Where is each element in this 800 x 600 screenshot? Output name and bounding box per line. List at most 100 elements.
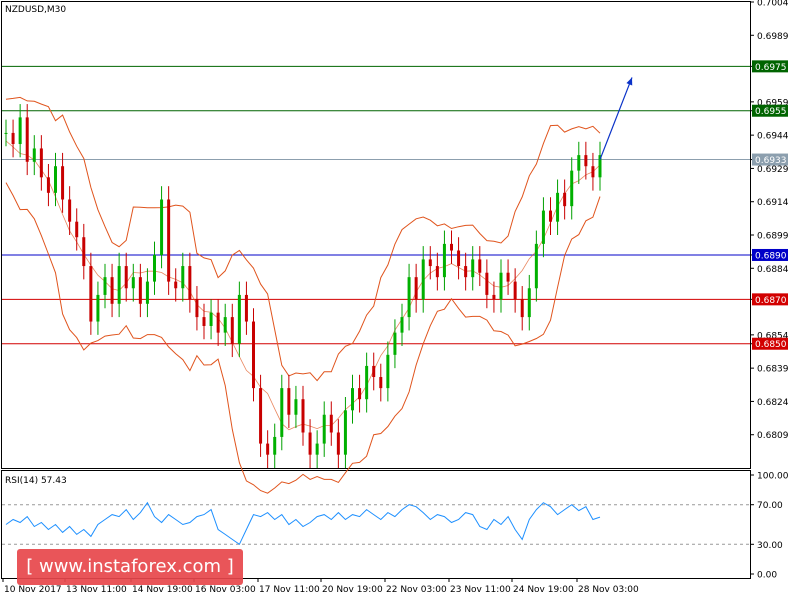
candle-body: [358, 388, 362, 400]
candle-body: [442, 243, 446, 278]
watermark-banner: [ www.instaforex.com ]: [17, 549, 243, 585]
candle-body: [556, 192, 560, 222]
price-tick-label: 0.6884: [757, 265, 789, 275]
candle-body: [273, 436, 277, 455]
rsi-tick-label: 100.00: [757, 472, 789, 482]
price-tick-label: 0.6824: [757, 398, 789, 408]
candle-body: [54, 166, 57, 193]
candle-body: [160, 199, 164, 255]
candle-body: [435, 266, 439, 278]
candle-body: [457, 250, 461, 267]
rsi-tick-label: 30.00: [757, 541, 783, 551]
candle-body: [570, 170, 574, 207]
candle-body: [541, 210, 545, 244]
price-tick-label: 0.6899: [757, 232, 789, 242]
candle-body: [301, 399, 305, 433]
price-tick-label: 0.6929: [757, 165, 789, 175]
candle-body: [336, 432, 340, 455]
candle-body: [209, 312, 213, 326]
candle-body: [244, 294, 248, 322]
candle-body: [223, 317, 227, 333]
candle-body: [145, 281, 149, 304]
candle-body: [478, 259, 482, 273]
candle-body: [117, 266, 121, 304]
price-tick-label: 0.6809: [757, 431, 789, 441]
candle-body: [393, 332, 397, 355]
candle-body: [428, 259, 432, 267]
candle-body: [584, 155, 588, 167]
candle-body: [485, 272, 489, 295]
candle-body: [450, 243, 453, 251]
candle-body: [365, 365, 369, 400]
candle-body: [68, 199, 72, 222]
candle-body: [252, 321, 255, 389]
candle-body: [202, 317, 206, 326]
candle-body: [188, 266, 192, 300]
candle-body: [32, 148, 36, 162]
candle-body: [4, 132, 8, 134]
candle-body: [421, 259, 425, 300]
candle-body: [230, 317, 234, 344]
time-tick-label: 17 Nov 11:00: [259, 585, 320, 595]
candle-body: [153, 254, 156, 282]
candle-body: [25, 117, 29, 162]
candle-body: [75, 221, 79, 238]
candle-body: [329, 414, 333, 433]
candle-body: [343, 410, 347, 455]
price-chart[interactable]: 0.70040.69890.69750.69590.69550.69440.69…: [0, 0, 800, 600]
candle-body: [322, 414, 326, 444]
candle-body: [506, 272, 510, 282]
candle-body: [259, 388, 263, 444]
candle-body: [513, 281, 517, 300]
price-level-label: 0.6850: [755, 340, 787, 350]
candle-body: [315, 443, 319, 455]
candle-body: [407, 277, 411, 318]
price-tick-label: 0.6989: [757, 32, 789, 42]
rsi-tick-label: 70.00: [757, 501, 783, 511]
candle-body: [471, 259, 475, 278]
candle-body: [61, 166, 65, 200]
time-tick-label: 23 Nov 11:00: [450, 585, 511, 595]
price-level-label: 0.6955: [755, 107, 787, 117]
time-tick-label: 28 Nov 03:00: [578, 585, 639, 595]
candle-body: [534, 243, 538, 289]
candle-body: [308, 432, 312, 455]
candle-body: [499, 272, 503, 300]
price-level-label: 0.6870: [755, 296, 787, 306]
candle-body: [266, 443, 270, 455]
price-tick-label: 0.6839: [757, 365, 789, 375]
price-panel-frame: [1, 1, 751, 469]
candle-body: [414, 277, 418, 300]
time-tick-label: 13 Nov 11:00: [66, 585, 127, 595]
candle-body: [527, 288, 531, 318]
candle-body: [89, 266, 93, 322]
candle-body: [287, 388, 291, 415]
candle-body: [46, 177, 50, 193]
candle-body: [400, 317, 404, 333]
symbol-label: NZDUSD,M30: [5, 5, 66, 15]
time-tick-label: 20 Nov 19:00: [322, 585, 383, 595]
candle-body: [351, 388, 354, 411]
candle-body: [124, 266, 128, 289]
candle-body: [96, 294, 100, 322]
candle-body: [294, 399, 298, 415]
price-tick-label: 0.6944: [757, 132, 789, 142]
candle-body: [18, 117, 22, 145]
candle-body: [563, 192, 567, 207]
candle-body: [577, 155, 581, 171]
candle-body: [181, 266, 185, 289]
time-tick-label: 24 Nov 19:00: [513, 585, 574, 595]
candle-body: [110, 277, 114, 304]
candle-body: [131, 277, 135, 289]
candle-body: [195, 299, 199, 318]
price-tick-label: 0.7004: [757, 0, 789, 9]
candle-body: [11, 132, 15, 145]
candle-body: [216, 312, 220, 333]
candle-body: [520, 299, 524, 318]
rsi-tick-label: 0.00: [757, 571, 777, 581]
time-tick-label: 16 Nov 03:00: [195, 585, 256, 595]
candle-body: [386, 354, 390, 389]
time-tick-label: 14 Nov 19:00: [132, 585, 193, 595]
candle-body: [174, 281, 178, 289]
candle-body: [379, 377, 383, 389]
